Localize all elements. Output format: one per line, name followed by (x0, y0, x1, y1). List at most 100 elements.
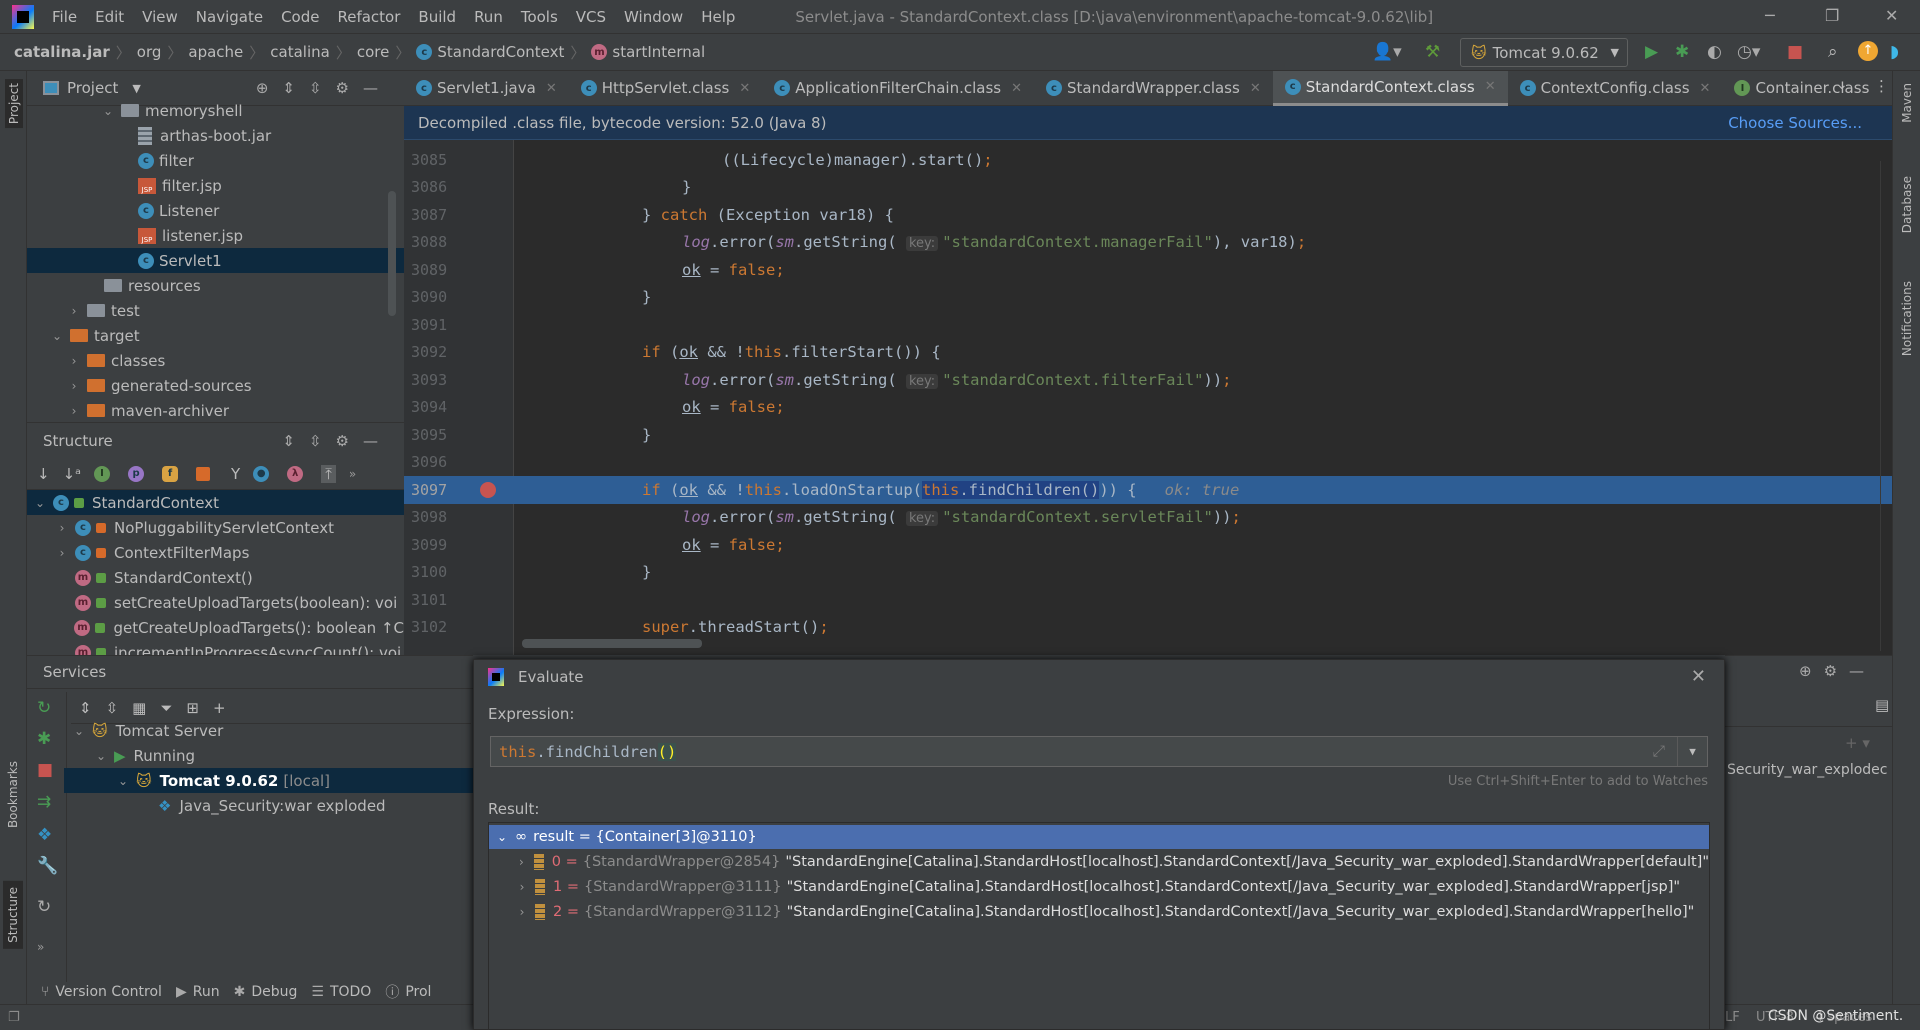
sort-alphabetically-icon[interactable]: ↓ᵃ (63, 465, 81, 483)
editor-tab[interactable]: c Servlet1.java ✕ (404, 71, 569, 106)
tool-button-version-control[interactable]: ⑂ Version Control (41, 984, 162, 1000)
structure-item[interactable]: m setCreateUploadTargets(boolean): voi (27, 590, 404, 615)
chevron-right-icon[interactable]: › (515, 905, 529, 919)
menu-vcs[interactable]: VCS (576, 8, 606, 26)
project-tree-item[interactable]: ⌄ target (27, 323, 404, 348)
show-non-public-icon[interactable] (196, 466, 211, 481)
project-tree-item[interactable]: › maven-archiver (27, 398, 404, 422)
structure-item[interactable]: ⌄ c StandardContext (27, 490, 404, 515)
project-tree-item[interactable]: resources (27, 273, 404, 298)
code-line[interactable]: 3094 ok = false; (404, 394, 1892, 422)
expression-input[interactable]: this .findChildren() ⤢ ▼ (490, 736, 1708, 767)
update-icon[interactable]: ↑ (1858, 41, 1878, 61)
debug-icon[interactable]: ✱ (37, 729, 51, 749)
project-scrollbar[interactable] (388, 191, 396, 316)
stop-icon[interactable]: ■ (1787, 42, 1803, 62)
editor-tab[interactable]: c StandardContext.class ✕ (1272, 70, 1508, 106)
group-by-icon[interactable]: ▦ (132, 699, 146, 717)
code-line[interactable]: 3099 ok = false; (404, 531, 1892, 559)
show-fields-icon[interactable]: f (162, 465, 179, 482)
add-service-icon[interactable]: + (213, 699, 226, 717)
project-tree-item[interactable]: ⌄ memoryshell (27, 98, 404, 123)
chevron-right-icon[interactable]: › (515, 880, 529, 894)
menu-view[interactable]: View (142, 8, 178, 26)
menu-refactor[interactable]: Refactor (337, 8, 400, 26)
code-line[interactable]: 3097 if (ok && !this.loadOnStartup(this.f… (404, 476, 1892, 504)
toggle-tool-windows-icon[interactable]: ❐ (8, 1010, 20, 1025)
chevron-down-icon[interactable]: ⌄ (94, 749, 108, 763)
code-line[interactable]: 3090} (404, 284, 1892, 312)
close-window-icon[interactable]: ✕ (1885, 6, 1898, 25)
deploy-icon[interactable]: ⇉ (37, 792, 51, 812)
editor-tab[interactable]: I Container.class (1722, 71, 1881, 106)
horizontal-scrollbar[interactable] (522, 639, 702, 648)
breadcrumb-item[interactable]: c StandardContext (416, 43, 564, 61)
chevron-right-icon[interactable]: › (67, 304, 81, 318)
editor-tab[interactable]: c StandardWrapper.class ✕ (1034, 71, 1273, 106)
rerun-icon[interactable]: ↻ (37, 698, 51, 718)
chevron-right-icon[interactable]: › (55, 521, 69, 535)
chevron-down-icon[interactable]: ⌄ (33, 496, 47, 510)
structure-tool-button[interactable]: Structure (3, 881, 23, 949)
menu-code[interactable]: Code (281, 8, 319, 26)
menu-help[interactable]: Help (701, 8, 735, 26)
code-line[interactable]: 3101 (404, 586, 1892, 614)
minimize-icon[interactable]: ─ (1765, 6, 1775, 25)
close-tab-icon[interactable]: ✕ (1011, 81, 1022, 96)
structure-item[interactable]: m StandardContext() (27, 565, 404, 590)
layout-icon[interactable]: ▤ (1875, 696, 1889, 714)
chevron-right-icon[interactable]: › (67, 379, 81, 393)
autoscroll-from-source-icon[interactable]: ⤒ (321, 464, 336, 483)
code-line[interactable]: 3095} (404, 421, 1892, 449)
stop-icon[interactable]: ■ (37, 760, 53, 780)
show-properties-icon[interactable]: p (128, 465, 145, 482)
menu-navigate[interactable]: Navigate (196, 8, 263, 26)
more-icon[interactable]: » (349, 467, 356, 481)
breadcrumb-item[interactable]: catalina (270, 43, 330, 61)
services-header-actions[interactable]: ⊕⚙— (1799, 662, 1876, 680)
close-tab-icon[interactable]: ✕ (1700, 81, 1711, 96)
tool-button-todo[interactable]: ☰ TODO (311, 984, 371, 1000)
service-item[interactable]: ⌄ 🐱 Tomcat 9.0.62 [local] (64, 768, 473, 793)
menu-run[interactable]: Run (474, 8, 503, 26)
code-area[interactable]: 3085 ((Lifecycle)manager).start(); 3086} 30… (404, 146, 1892, 655)
chevron-down-icon[interactable]: ⌄ (116, 774, 130, 788)
collapse-all-icon[interactable]: ⇳ (106, 699, 119, 717)
chevron-down-icon[interactable]: ⌄ (72, 724, 86, 738)
breadcrumb-item[interactable]: core (357, 43, 390, 61)
structure-header-actions[interactable]: ⇕⇳⚙— (282, 432, 392, 450)
maven-tool-button[interactable]: Maven (1900, 83, 1914, 123)
user-icon[interactable]: 👤▾ (1372, 42, 1402, 62)
add-icon[interactable]: + ▾ (1845, 734, 1870, 752)
line-separator[interactable]: LF (1725, 1010, 1740, 1025)
code-line[interactable]: 3089 ok = false; (404, 256, 1892, 284)
sort-by-visibility-icon[interactable]: ↓ (37, 465, 50, 483)
debug-icon[interactable]: ✱ (1675, 42, 1689, 62)
refresh-icon[interactable]: ↻ (37, 897, 51, 917)
code-line[interactable]: 3096 (404, 449, 1892, 477)
chevron-right-icon[interactable]: › (67, 354, 81, 368)
project-tree-item[interactable]: JSP filter.jsp (27, 173, 404, 198)
tool-button-prol[interactable]: ⓘ Prol (385, 982, 431, 1002)
project-tree-item[interactable]: arthas-boot.jar (27, 123, 404, 148)
menu-tools[interactable]: Tools (521, 8, 558, 26)
result-child-row[interactable]: › 1 = {StandardWrapper@3111} "StandardEngin… (489, 875, 1709, 899)
tool-button-run[interactable]: ▶ Run (176, 984, 220, 1000)
restore-icon[interactable]: ❐ (1825, 6, 1839, 25)
chevron-down-icon[interactable]: ⌄ (50, 329, 64, 343)
structure-item[interactable]: › c NoPluggabilityServletContext (27, 515, 404, 540)
code-with-me-icon[interactable]: ◗ (1890, 42, 1899, 62)
chevron-right-icon[interactable]: › (55, 546, 69, 560)
service-item[interactable]: ⌄ ▶ Running (64, 743, 473, 768)
chevron-right-icon[interactable]: › (515, 855, 528, 869)
artifacts-icon[interactable]: ❖ (37, 825, 52, 845)
close-tab-icon[interactable]: ✕ (739, 81, 750, 96)
menu-file[interactable]: File (52, 8, 77, 26)
close-tab-icon[interactable]: ✕ (1485, 79, 1496, 94)
new-tab-icon[interactable]: ⊞ (186, 699, 199, 717)
breakpoint-icon[interactable] (480, 481, 496, 498)
profile-icon[interactable]: ◷▾ (1737, 42, 1760, 62)
project-tree-item[interactable]: › test (27, 298, 404, 323)
project-tree-item[interactable]: › generated-sources (27, 373, 404, 398)
chevron-down-icon[interactable]: ⌄ (101, 104, 115, 118)
